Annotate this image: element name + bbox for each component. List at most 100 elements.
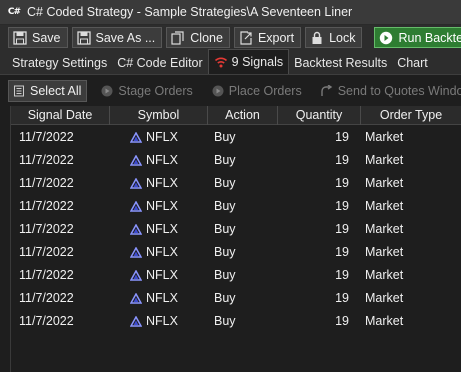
stage-orders-icon (101, 85, 113, 96)
cell-signal-date: 11/7/2022 (19, 291, 74, 305)
cell-symbol: NFLX (110, 126, 208, 149)
cell-signal-date: 11/7/2022 (19, 314, 74, 328)
cell-symbol: NFLX (110, 264, 208, 287)
place-orders-button[interactable]: Place Orders (208, 80, 307, 102)
cell-signal-date: 11/7/2022 (19, 222, 74, 236)
table-row[interactable]: 11/7/2022 NFLX Buy 19 Market (11, 126, 461, 149)
lock-button[interactable]: Lock (305, 27, 363, 48)
table-row[interactable]: 11/7/2022 NFLX Buy 19 Market (11, 172, 461, 195)
tab-label: Chart (397, 55, 428, 70)
send-to-quotes-button[interactable]: Send to Quotes Window (317, 80, 461, 102)
tab-code-editor[interactable]: C# Code Editor (112, 51, 207, 74)
signals-grid[interactable]: Signal Date Symbol Action Quantity Order… (10, 106, 461, 372)
cell-symbol: NFLX (110, 287, 208, 310)
table-row[interactable]: 11/7/2022 NFLX Buy 19 Market (11, 287, 461, 310)
cell-signal-date: 11/7/2022 (19, 153, 74, 167)
cell-order-type: Market (365, 130, 404, 144)
table-row[interactable]: 11/7/2022 NFLX Buy 19 Market (11, 264, 461, 287)
symbol-text: NFLX (146, 268, 178, 282)
column-header-action[interactable]: Action (208, 106, 278, 125)
symbol-text: NFLX (146, 291, 178, 305)
save-icon (13, 30, 27, 45)
export-button[interactable]: Export (233, 27, 302, 48)
clone-icon (171, 30, 184, 45)
cell-order-type: Market (365, 222, 404, 236)
tab-chart[interactable]: Chart (392, 51, 433, 74)
tab-backtest-results[interactable]: Backtest Results (289, 51, 392, 74)
clone-button[interactable]: Clone (166, 27, 230, 48)
cell-symbol: NFLX (110, 195, 208, 218)
cell-action: Buy (214, 222, 236, 236)
tab-label: C# Code Editor (117, 55, 203, 70)
table-row[interactable]: 11/7/2022 NFLX Buy 19 Market (11, 218, 461, 241)
select-all-button[interactable]: Select All (8, 79, 88, 102)
cell-action: Buy (214, 199, 236, 213)
cell-order-type: Market (365, 268, 404, 282)
column-header-signal-date[interactable]: Signal Date (11, 106, 110, 125)
cell-order-type: Market (365, 199, 404, 213)
lock-label: Lock (329, 30, 356, 45)
cell-symbol: NFLX (110, 241, 208, 264)
play-icon (380, 31, 393, 44)
table-row[interactable]: 11/7/2022 NFLX Buy 19 Market (11, 149, 461, 172)
cell-symbol: NFLX (110, 149, 208, 172)
column-header-symbol[interactable]: Symbol (110, 106, 208, 125)
window-title: C# Coded Strategy - Sample Strategies\A … (27, 5, 353, 19)
tab-label: Backtest Results (294, 55, 388, 70)
cell-order-type: Market (365, 291, 404, 305)
cell-action: Buy (214, 176, 236, 190)
symbol-text: NFLX (146, 130, 178, 144)
cell-quantity: 19 (335, 130, 349, 144)
symbol-text: NFLX (146, 199, 178, 213)
symbol-triangle-icon (130, 247, 142, 258)
cell-signal-date: 11/7/2022 (19, 130, 74, 144)
stage-orders-button[interactable]: Stage Orders (97, 80, 197, 102)
cell-signal-date: 11/7/2022 (19, 176, 74, 190)
app-icon: C# (7, 7, 21, 17)
save-button[interactable]: Save (8, 27, 68, 48)
save-as-button[interactable]: Save As ... (71, 27, 163, 48)
title-bar: C# C# Coded Strategy - Sample Strategies… (0, 0, 461, 25)
signal-icon (214, 57, 227, 68)
cell-signal-date: 11/7/2022 (19, 199, 74, 213)
place-orders-label: Place Orders (228, 83, 302, 98)
cell-signal-date: 11/7/2022 (19, 245, 74, 259)
symbol-text: NFLX (146, 153, 178, 167)
column-header-order-type[interactable]: Order Type (361, 106, 461, 125)
column-header-quantity[interactable]: Quantity (278, 106, 361, 125)
run-backtest-button[interactable]: Run Backtest (374, 27, 461, 48)
main-toolbar: Save Save As ... Clone Export Lock Run B… (0, 25, 461, 50)
signals-toolbar: Select All Stage Orders Place Orders Sen… (8, 79, 461, 102)
lock-icon (312, 31, 322, 44)
symbol-triangle-icon (130, 155, 142, 166)
cell-symbol: NFLX (110, 310, 208, 333)
export-label: Export (257, 30, 295, 45)
symbol-triangle-icon (130, 201, 142, 212)
save-as-label: Save As ... (95, 30, 156, 45)
symbol-triangle-icon (130, 293, 142, 304)
select-all-label: Select All (30, 83, 82, 98)
cell-action: Buy (214, 245, 236, 259)
tab-signals[interactable]: 9 Signals (207, 49, 290, 74)
cell-quantity: 19 (335, 199, 349, 213)
symbol-text: NFLX (146, 245, 178, 259)
cell-action: Buy (214, 130, 236, 144)
table-row[interactable]: 11/7/2022 NFLX Buy 19 Market (11, 195, 461, 218)
tab-bar: Strategy Settings C# Code Editor 9 Signa… (0, 49, 461, 75)
tab-strategy-settings[interactable]: Strategy Settings (7, 51, 112, 74)
table-row[interactable]: 11/7/2022 NFLX Buy 19 Market (11, 241, 461, 264)
cell-quantity: 19 (335, 291, 349, 305)
symbol-text: NFLX (146, 222, 178, 236)
save-as-icon (76, 30, 91, 45)
select-all-icon (14, 85, 24, 96)
run-backtest-label: Run Backtest (398, 30, 461, 45)
table-row[interactable]: 11/7/2022 NFLX Buy 19 Market (11, 310, 461, 333)
cell-quantity: 19 (335, 176, 349, 190)
cell-quantity: 19 (335, 153, 349, 167)
cell-order-type: Market (365, 245, 404, 259)
send-quotes-icon (321, 84, 332, 96)
cell-action: Buy (214, 291, 236, 305)
cell-order-type: Market (365, 314, 404, 328)
cell-action: Buy (214, 268, 236, 282)
cell-quantity: 19 (335, 314, 349, 328)
